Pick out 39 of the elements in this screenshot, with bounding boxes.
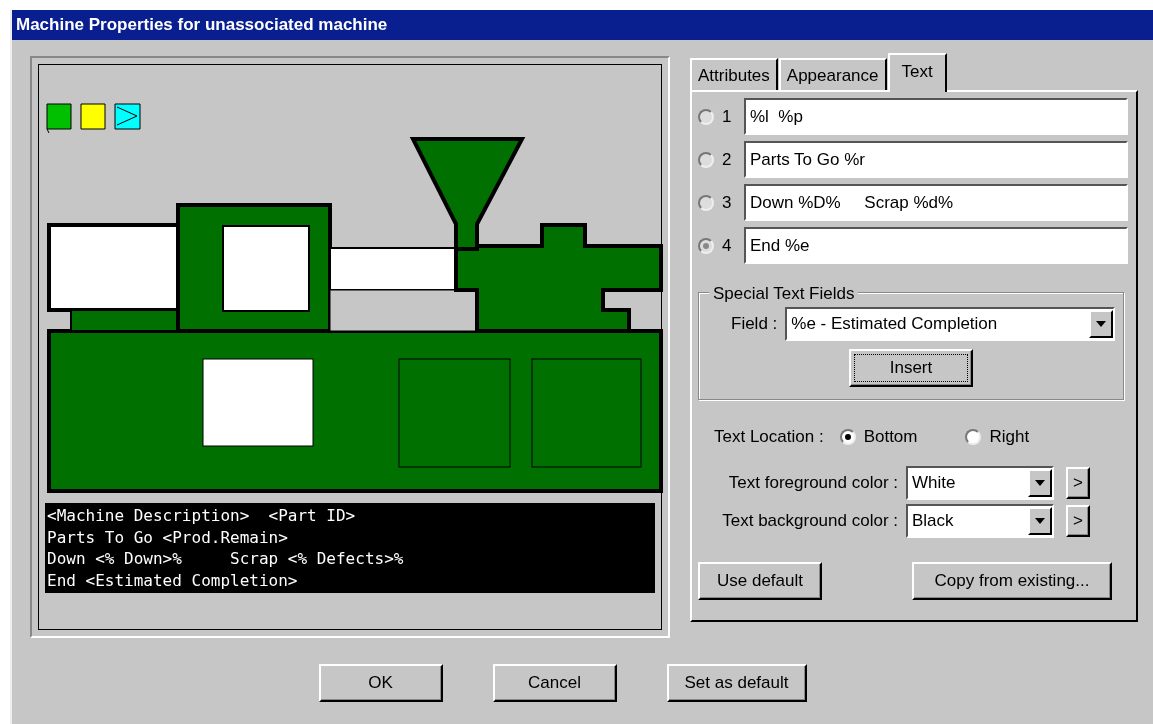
dialog-button[interactable]: OK xyxy=(318,664,443,702)
dropdown-arrow-icon xyxy=(1035,479,1045,486)
more-button[interactable]: > xyxy=(1066,504,1090,537)
radio-button[interactable] xyxy=(698,194,714,211)
color-label: Text foreground color : xyxy=(727,471,898,494)
text-location-label: Text Location : xyxy=(714,426,824,448)
text-input-field[interactable]: End %e xyxy=(744,227,1128,264)
dialog-button[interactable]: Set as default xyxy=(666,664,807,702)
radio-label: Right xyxy=(989,426,1030,448)
dropdown-arrow-icon xyxy=(1035,517,1045,524)
insert-button[interactable]: Insert xyxy=(849,349,973,387)
panel-button[interactable]: Use default xyxy=(698,561,822,600)
text-input-field[interactable]: %l %p xyxy=(744,98,1128,135)
line-number: 2 xyxy=(722,148,733,171)
radio-button[interactable] xyxy=(698,237,714,254)
radio-button[interactable] xyxy=(698,151,714,168)
color-dropdown[interactable]: Black xyxy=(906,503,1054,538)
line-number: 4 xyxy=(722,234,733,257)
preview-text: <Machine Description> <Part ID> Parts To Go <Prod.Remain> Down <% Down>% Scrap <% Defects>% End <Estimated Completion> xyxy=(45,503,655,593)
tab[interactable]: Attributes xyxy=(690,57,778,90)
color-dropdown[interactable]: White xyxy=(906,465,1054,500)
panel-button[interactable]: Copy from existing... xyxy=(912,561,1112,600)
radio-button[interactable] xyxy=(698,108,714,125)
radio-button[interactable] xyxy=(965,428,982,445)
field-label: Field : xyxy=(731,313,778,336)
line-number: 3 xyxy=(722,191,733,214)
dropdown-arrow-icon xyxy=(1096,321,1106,327)
field-dropdown[interactable]: %e - Estimated Completion xyxy=(785,307,1115,341)
line-number: 1 xyxy=(722,105,733,128)
window-title: Machine Properties for unassociated machine xyxy=(12,10,1153,40)
text-input-field[interactable]: Down %D% Scrap %d% xyxy=(744,184,1128,221)
color-label: Text background color : xyxy=(721,509,898,532)
radio-label: Bottom xyxy=(863,426,918,448)
radio-button[interactable] xyxy=(839,428,856,445)
text-input-field[interactable]: Parts To Go %r xyxy=(744,141,1128,178)
more-button[interactable]: > xyxy=(1066,466,1090,499)
dialog-button[interactable]: Cancel xyxy=(492,664,617,702)
tab[interactable]: Text xyxy=(887,52,947,92)
tab[interactable]: Appearance xyxy=(778,57,887,90)
